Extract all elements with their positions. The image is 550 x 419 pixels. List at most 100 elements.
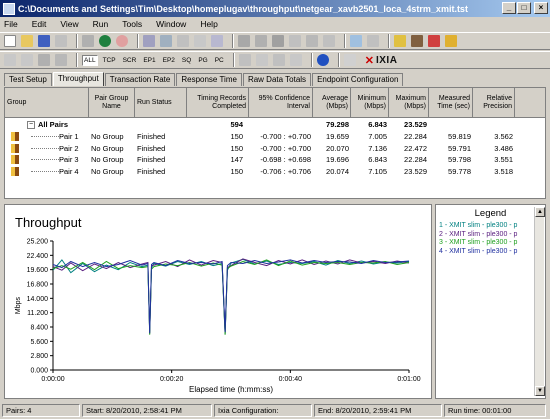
wand-icon[interactable] [394, 35, 406, 47]
pair-icon[interactable] [143, 35, 155, 47]
filter-ep2[interactable]: EP2 [161, 55, 177, 66]
table-row[interactable]: Pair 1 No Group Finished 150 -0.700 : +0.700… [5, 131, 545, 142]
forward-icon[interactable] [21, 54, 33, 66]
tab-response-time[interactable]: Response Time [176, 73, 242, 86]
menu-window[interactable]: Window [156, 19, 186, 29]
search-icon[interactable] [255, 54, 268, 66]
tab-raw-data-totals[interactable]: Raw Data Totals [242, 73, 312, 86]
cell-run-status: Finished [137, 143, 166, 153]
col-timing-records[interactable]: Timing Records Completed [187, 88, 249, 118]
graph-icon[interactable] [238, 35, 250, 47]
tab-endpoint-configuration[interactable]: Endpoint Configuration [312, 73, 404, 86]
menu-help[interactable]: Help [200, 19, 217, 29]
menu-file[interactable]: File [4, 19, 18, 29]
filter-tcp[interactable]: TCP [101, 55, 118, 66]
info-icon[interactable] [316, 54, 329, 66]
properties-icon[interactable] [367, 35, 379, 47]
all-pairs-records: 594 [230, 120, 243, 129]
title-bar: C:\Documents and Settings\Tim\Desktop\ho… [0, 0, 550, 17]
x-tick-label: 0:00:40 [279, 376, 302, 383]
scroll-down-icon[interactable]: ▼ [535, 386, 545, 396]
print-icon[interactable] [55, 35, 67, 47]
menu-tools[interactable]: Tools [122, 19, 142, 29]
legend-item[interactable]: 4 - XMIT slim - ple300 - p [439, 248, 517, 255]
group-icon[interactable] [160, 35, 172, 47]
zoom-icon[interactable] [38, 54, 50, 66]
col-average[interactable]: Average (Mbps) [313, 88, 351, 118]
report-icon[interactable] [323, 35, 335, 47]
run-icon[interactable] [99, 35, 111, 47]
filter-all[interactable]: ALL [82, 54, 98, 66]
col-pair-group-name[interactable]: Pair Group Name [89, 88, 135, 118]
filter-icon[interactable] [272, 35, 284, 47]
open-folder-icon[interactable] [21, 35, 33, 47]
back-icon[interactable] [4, 54, 16, 66]
y-tick-label: 11.200 [27, 310, 48, 317]
y-tick-label: 8.400 [30, 325, 48, 332]
filter-sq[interactable]: SQ [180, 55, 193, 66]
grid-header: Group Pair Group Name Run Status Timing … [5, 88, 545, 118]
x-tick-label: 0:00:00 [41, 376, 64, 383]
cell-pair-group: No Group [91, 132, 124, 141]
col-minimum[interactable]: Minimum (Mbps) [351, 88, 389, 118]
col-group[interactable]: Group [5, 88, 89, 118]
filter-pc[interactable]: PC [213, 55, 226, 66]
tab-transaction-rate[interactable]: Transaction Rate [104, 73, 176, 86]
multicast-icon[interactable] [177, 35, 189, 47]
export-icon[interactable] [306, 35, 318, 47]
filter-pg[interactable]: PG [196, 55, 209, 66]
copy-icon[interactable] [82, 35, 94, 47]
table-row[interactable]: Pair 2 No Group Finished 150 -0.700 : +0.700… [5, 143, 545, 154]
ixia-brand: IXIA [375, 54, 398, 66]
menu-edit[interactable]: Edit [32, 19, 47, 29]
col-relative-precision[interactable]: Relative Precision [473, 88, 515, 118]
series-line-1 [52, 258, 410, 335]
monitor-icon[interactable] [238, 54, 251, 66]
table-row[interactable]: Pair 4 No Group Finished 150 -0.706 : +0.706… [5, 166, 545, 177]
scissors-icon[interactable] [428, 35, 440, 47]
legend-item[interactable]: 1 - XMIT slim - ple300 - p [439, 222, 517, 229]
table-icon[interactable] [255, 35, 267, 47]
col-run-status[interactable]: Run Status [135, 88, 187, 118]
y-tick-label: 2.800 [30, 353, 48, 360]
col-maximum[interactable]: Maximum (Mbps) [389, 88, 429, 118]
cell-maximum: 22.472 [404, 143, 427, 153]
list-icon[interactable] [289, 54, 302, 66]
series-line-3 [52, 259, 410, 335]
table-row[interactable]: Pair 3 No Group Finished 147 -0.698 : +0.698… [5, 154, 545, 165]
cell-relative-precision: 3.486 [494, 143, 513, 153]
legend-item[interactable]: 2 - XMIT slim - ple300 - p [439, 231, 517, 238]
y-tick-label: 14.000 [27, 296, 49, 303]
layout-icon[interactable] [55, 54, 67, 66]
scroll-up-icon[interactable]: ▲ [535, 207, 545, 217]
delete-icon[interactable] [211, 35, 223, 47]
all-pairs-row[interactable]: − All Pairs 594 79.298 6.843 23.529 [5, 119, 545, 130]
legend-item[interactable]: 3 - XMIT slim - ple300 - p [439, 239, 517, 246]
y-tick-label: 25.200 [27, 239, 49, 246]
tab-throughput[interactable]: Throughput [52, 72, 104, 86]
maximize-button[interactable]: □ [517, 2, 531, 14]
tool-icon[interactable] [411, 35, 423, 47]
save-icon[interactable] [38, 35, 50, 47]
menu-view[interactable]: View [60, 19, 78, 29]
window-icon[interactable] [350, 35, 362, 47]
settings-icon[interactable] [289, 35, 301, 47]
new-file-icon[interactable] [4, 35, 16, 47]
chart-icon[interactable] [272, 54, 285, 66]
tab-test-setup[interactable]: Test Setup [4, 73, 52, 86]
filter-ep1[interactable]: EP1 [141, 55, 157, 66]
filter-scr[interactable]: SCR [121, 55, 139, 66]
magic-icon[interactable] [445, 35, 457, 47]
close-button[interactable]: × [534, 2, 548, 14]
cell-measured-time: 59.798 [448, 155, 471, 164]
grid-icon[interactable] [343, 54, 356, 66]
edit-icon[interactable] [194, 35, 206, 47]
col-confidence-interval[interactable]: 95% Confidence Interval [249, 88, 313, 118]
minimize-button[interactable]: _ [502, 2, 516, 14]
legend-scrollbar[interactable]: ▲ ▼ [534, 207, 545, 396]
collapse-icon[interactable]: − [27, 121, 35, 129]
stop-icon[interactable] [116, 35, 128, 47]
cell-relative-precision: 3.551 [494, 155, 513, 164]
menu-run[interactable]: Run [93, 19, 109, 29]
col-measured-time[interactable]: Measured Time (sec) [429, 88, 473, 118]
